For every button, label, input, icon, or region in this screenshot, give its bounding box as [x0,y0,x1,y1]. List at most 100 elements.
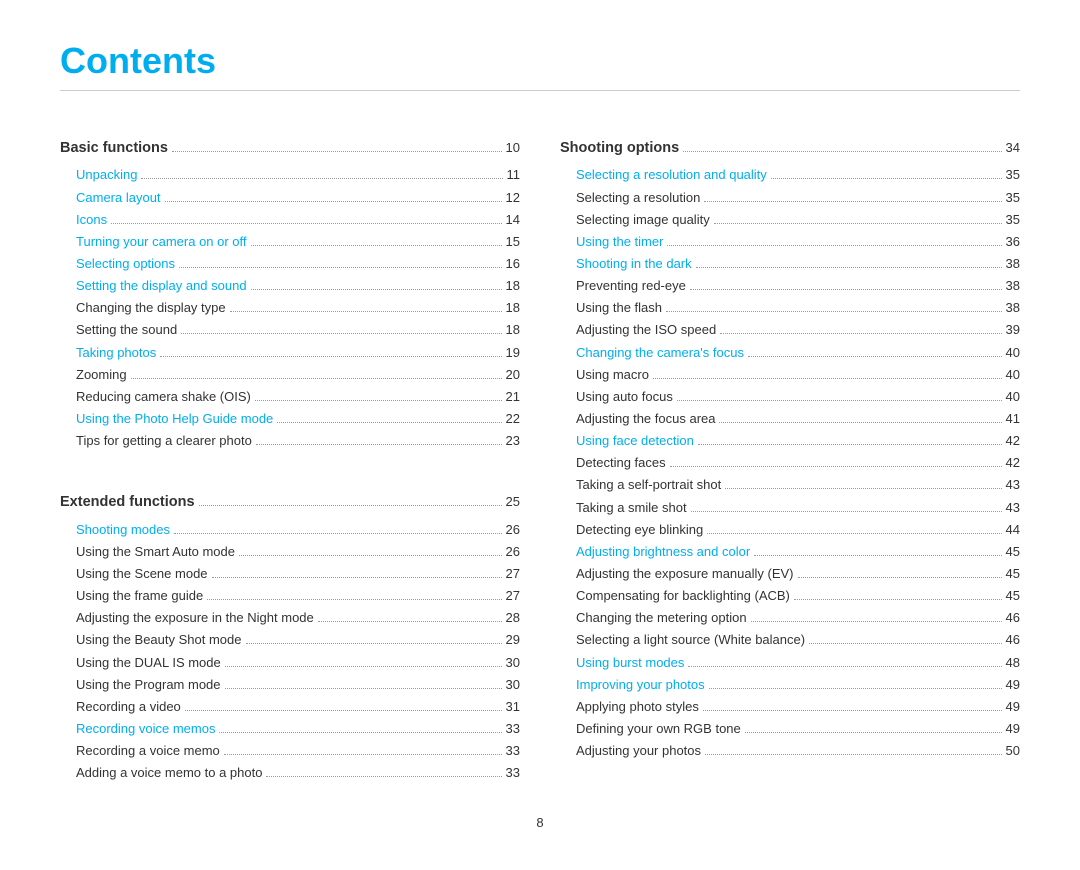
toc-entry[interactable]: Preventing red-eye38 [560,276,1020,296]
toc-entry[interactable]: Selecting options16 [60,254,520,274]
toc-entry[interactable]: Using the frame guide27 [60,586,520,606]
toc-entry[interactable]: Defining your own RGB tone49 [560,719,1020,739]
dots [683,151,1001,152]
entry-page-num: 42 [1006,453,1020,473]
toc-entry[interactable]: Applying photo styles49 [560,697,1020,717]
entry-link[interactable]: Improving your photos [576,677,705,692]
toc-entry[interactable]: Unpacking 11 [60,165,520,185]
entry-text: Reducing camera shake (OIS) [60,387,251,407]
toc-entry[interactable]: Using the timer36 [560,232,1020,252]
entry-page-num: 45 [1006,564,1020,584]
entry-text: Selecting a resolution and quality [560,165,767,185]
toc-entry[interactable]: Recording a voice memo33 [60,741,520,761]
entry-text: Using auto focus [560,387,673,407]
toc-entry[interactable]: Changing the display type18 [60,298,520,318]
toc-entry[interactable]: Taking photos19 [60,343,520,363]
entry-text: Adjusting the exposure manually (EV) [560,564,794,584]
dots [131,378,502,379]
toc-entry[interactable]: Using the Beauty Shot mode29 [60,630,520,650]
toc-entry[interactable]: Using the Program mode30 [60,675,520,695]
dots [318,621,502,622]
entry-link[interactable]: Shooting modes [76,522,170,537]
toc-entry[interactable]: Setting the display and sound18 [60,276,520,296]
toc-entry[interactable]: Adjusting your photos50 [560,741,1020,761]
toc-entry[interactable]: Selecting a resolution35 [560,188,1020,208]
entry-text: Zooming [60,365,127,385]
toc-entry[interactable]: Adjusting the exposure manually (EV) 45 [560,564,1020,584]
toc-entry[interactable]: Tips for getting a clearer photo23 [60,431,520,451]
entry-link[interactable]: Using burst modes [576,655,684,670]
toc-entry[interactable]: Taking a smile shot43 [560,498,1020,518]
toc-entry[interactable]: Adjusting the ISO speed39 [560,320,1020,340]
entry-link[interactable]: Setting the display and sound [76,278,247,293]
entry-link[interactable]: Icons [76,212,107,227]
toc-entry[interactable]: Selecting image quality35 [560,210,1020,230]
dots [725,488,1001,489]
toc-entry[interactable]: Selecting a resolution and quality35 [560,165,1020,185]
dots [691,511,1002,512]
toc-entry[interactable]: Using face detection42 [560,431,1020,451]
toc-entry[interactable]: Icons14 [60,210,520,230]
entry-link[interactable]: Using face detection [576,433,694,448]
entry-link[interactable]: Selecting options [76,256,175,271]
toc-entry[interactable]: Camera layout12 [60,188,520,208]
toc-entry[interactable]: Reducing camera shake (OIS)21 [60,387,520,407]
dots [225,688,502,689]
dots [199,505,502,506]
toc-entry[interactable]: Using auto focus40 [560,387,1020,407]
toc-entry[interactable]: Zooming 20 [60,365,520,385]
entry-link[interactable]: Using the Photo Help Guide mode [76,411,273,426]
entry-page-num: 11 [507,165,521,185]
toc-entry[interactable]: Adding a voice memo to a photo33 [60,763,520,783]
entry-text: Applying photo styles [560,697,699,717]
dots [748,356,1002,357]
toc-entry[interactable]: Using the Photo Help Guide mode22 [60,409,520,429]
entry-text: Selecting a light source (White balance) [560,630,805,650]
toc-entry[interactable]: Compensating for backlighting (ACB)45 [560,586,1020,606]
entry-link[interactable]: Shooting in the dark [576,256,692,271]
toc-entry[interactable]: Recording voice memos33 [60,719,520,739]
toc-entry[interactable]: Adjusting the focus area41 [560,409,1020,429]
toc-entry[interactable]: Using the flash38 [560,298,1020,318]
entry-page-num: 20 [506,365,520,385]
toc-entry[interactable]: Adjusting the exposure in the Night mode… [60,608,520,628]
entry-link[interactable]: Changing the camera's focus [576,345,744,360]
toc-entry[interactable]: Using the Scene mode27 [60,564,520,584]
dots [696,267,1002,268]
entry-link[interactable]: Unpacking [76,167,137,182]
toc-entry[interactable]: Adjusting brightness and color45 [560,542,1020,562]
entry-page-num: 28 [506,608,520,628]
entry-page-num: 18 [506,298,520,318]
toc-entry[interactable]: Setting the sound18 [60,320,520,340]
toc-entry[interactable]: Using the Smart Auto mode26 [60,542,520,562]
entry-link[interactable]: Camera layout [76,190,161,205]
section-page-num-0: 34 [1006,138,1020,158]
toc-entry[interactable]: Taking a self-portrait shot43 [560,475,1020,495]
dots [704,201,1001,202]
entry-link[interactable]: Taking photos [76,345,156,360]
toc-entry[interactable]: Turning your camera on or off15 [60,232,520,252]
entry-link[interactable]: Recording voice memos [76,721,215,736]
entry-link[interactable]: Adjusting brightness and color [576,544,750,559]
toc-entry[interactable]: Using macro40 [560,365,1020,385]
toc-entry[interactable]: Detecting faces42 [560,453,1020,473]
toc-entry[interactable]: Changing the metering option46 [560,608,1020,628]
toc-entry[interactable]: Detecting eye blinking44 [560,520,1020,540]
entry-link[interactable]: Turning your camera on or off [76,234,247,249]
entry-page-num: 33 [506,763,520,783]
dots [670,466,1002,467]
toc-columns: Basic functions10Unpacking11Camera layou… [60,119,1020,785]
toc-entry[interactable]: Using burst modes48 [560,653,1020,673]
toc-entry[interactable]: Selecting a light source (White balance)… [560,630,1020,650]
toc-entry[interactable]: Changing the camera's focus 40 [560,343,1020,363]
toc-entry[interactable]: Shooting in the dark38 [560,254,1020,274]
entry-link[interactable]: Using the timer [576,234,663,249]
entry-page-num: 27 [506,564,520,584]
toc-entry[interactable]: Improving your photos49 [560,675,1020,695]
toc-entry[interactable]: Recording a video31 [60,697,520,717]
toc-entry[interactable]: Using the DUAL IS mode30 [60,653,520,673]
toc-entry[interactable]: Shooting modes26 [60,520,520,540]
dots [174,533,502,534]
entry-page-num: 40 [1006,343,1020,363]
entry-link[interactable]: Selecting a resolution and quality [576,167,767,182]
